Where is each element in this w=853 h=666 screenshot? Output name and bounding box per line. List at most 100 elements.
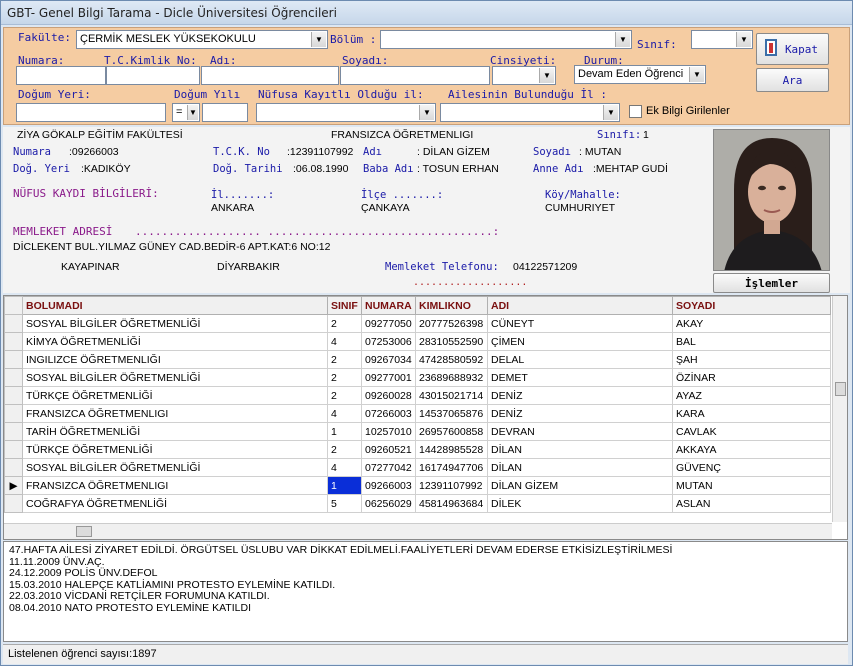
- row-indicator[interactable]: [4, 332, 23, 351]
- cell-adi[interactable]: DENİZ: [487, 404, 673, 423]
- row-indicator[interactable]: [4, 350, 23, 369]
- col-header-sinif[interactable]: SINIF: [327, 296, 362, 315]
- row-indicator[interactable]: [4, 440, 23, 459]
- cell-numara[interactable]: 09260028: [361, 386, 416, 405]
- table-row[interactable]: SOSYAL BİLGİLER ÖĞRETMENLİĞİ 4 07277042 161…: [4, 458, 831, 477]
- durum-select[interactable]: Devam Eden Öğrenci ▼: [574, 65, 706, 84]
- row-indicator[interactable]: [4, 494, 23, 513]
- kapat-button[interactable]: Kapat: [756, 33, 829, 65]
- cell-sinif[interactable]: 2: [327, 386, 362, 405]
- cell-soyadi[interactable]: BAL: [672, 332, 831, 351]
- cell-soyadi[interactable]: AKAY: [672, 314, 831, 333]
- cell-sinif[interactable]: 1: [327, 476, 362, 495]
- row-indicator[interactable]: [4, 314, 23, 333]
- cell-kimlikno[interactable]: 14428985528: [415, 440, 488, 459]
- table-row[interactable]: TÜRKÇE ÖĞRETMENLİĞİ 2 09260521 14428985528 D…: [4, 440, 831, 459]
- cell-adi[interactable]: DENİZ: [487, 386, 673, 405]
- table-row[interactable]: TÜRKÇE ÖĞRETMENLİĞİ 2 09260028 43015021714 D…: [4, 386, 831, 405]
- cell-soyadi[interactable]: ASLAN: [672, 494, 831, 513]
- cell-adi[interactable]: DİLAN: [487, 458, 673, 477]
- grid-horizontal-scrollbar[interactable]: [4, 523, 832, 539]
- cell-soyadi[interactable]: CAVLAK: [672, 422, 831, 441]
- cell-numara[interactable]: 07253006: [361, 332, 416, 351]
- cell-sinif[interactable]: 1: [327, 422, 362, 441]
- cell-bolumadi[interactable]: TÜRKÇE ÖĞRETMENLİĞİ: [22, 440, 328, 459]
- cell-kimlikno[interactable]: 23689688932: [415, 368, 488, 387]
- cell-bolumadi[interactable]: COĞRAFYA ÖĞRETMENLİĞİ: [22, 494, 328, 513]
- cell-bolumadi[interactable]: INGILIZCE ÖĞRETMENLIĞI: [22, 350, 328, 369]
- cell-kimlikno[interactable]: 26957600858: [415, 422, 488, 441]
- table-row[interactable]: ▶ FRANSIZCA ÖĞRETMENLIGI 1 09266003 12391107…: [4, 476, 831, 495]
- cell-soyadi[interactable]: KARA: [672, 404, 831, 423]
- cell-numara[interactable]: 10257010: [361, 422, 416, 441]
- cell-soyadi[interactable]: AYAZ: [672, 386, 831, 405]
- row-indicator[interactable]: [4, 458, 23, 477]
- bolum-select[interactable]: ▼: [380, 30, 632, 49]
- table-row[interactable]: TARİH ÖĞRETMENLİĞİ 1 10257010 26957600858 DE…: [4, 422, 831, 441]
- current-row-arrow-icon[interactable]: ▶: [4, 476, 23, 495]
- cell-sinif[interactable]: 4: [327, 458, 362, 477]
- cell-adi[interactable]: DELAL: [487, 350, 673, 369]
- cell-sinif[interactable]: 4: [327, 404, 362, 423]
- cinsiyet-select[interactable]: ▼: [492, 66, 556, 85]
- tckn-input[interactable]: [106, 66, 200, 85]
- cell-sinif[interactable]: 2: [327, 440, 362, 459]
- islemler-button[interactable]: İşlemler: [713, 273, 830, 293]
- cell-bolumadi[interactable]: TARİH ÖĞRETMENLİĞİ: [22, 422, 328, 441]
- cell-adi[interactable]: DİLAN GİZEM: [487, 476, 673, 495]
- col-header-bolumadi[interactable]: BOLUMADI: [22, 296, 328, 315]
- cell-kimlikno[interactable]: 45814963684: [415, 494, 488, 513]
- cell-numara[interactable]: 09266003: [361, 476, 416, 495]
- cell-soyadi[interactable]: MUTAN: [672, 476, 831, 495]
- cell-numara[interactable]: 09267034: [361, 350, 416, 369]
- cell-numara[interactable]: 07266003: [361, 404, 416, 423]
- adi-input[interactable]: [201, 66, 339, 85]
- row-indicator[interactable]: [4, 404, 23, 423]
- nufus-il-select[interactable]: ▼: [256, 103, 436, 122]
- scroll-thumb[interactable]: [76, 526, 92, 537]
- cell-numara[interactable]: 09277001: [361, 368, 416, 387]
- col-header-soyadi[interactable]: SOYADI: [672, 296, 831, 315]
- notes-memo[interactable]: 47.HAFTA AİLESİ ZİYARET EDİLDİ. ÖRGÜTSEL…: [3, 541, 848, 642]
- col-header-numara[interactable]: NUMARA: [361, 296, 416, 315]
- row-indicator[interactable]: [4, 386, 23, 405]
- table-row[interactable]: FRANSIZCA ÖĞRETMENLIGI 4 07266003 145370658…: [4, 404, 831, 423]
- cell-kimlikno[interactable]: 12391107992: [415, 476, 488, 495]
- ara-button[interactable]: Ara: [756, 68, 829, 92]
- cell-numara[interactable]: 06256029: [361, 494, 416, 513]
- dogum-yeri-input[interactable]: [16, 103, 166, 122]
- cell-soyadi[interactable]: ŞAH: [672, 350, 831, 369]
- cell-soyadi[interactable]: AKKAYA: [672, 440, 831, 459]
- cell-kimlikno[interactable]: 28310552590: [415, 332, 488, 351]
- soyadi-input[interactable]: [340, 66, 490, 85]
- table-row[interactable]: SOSYAL BİLGİLER ÖĞRETMENLİĞİ 2 09277050 207…: [4, 314, 831, 333]
- cell-bolumadi[interactable]: SOSYAL BİLGİLER ÖĞRETMENLİĞİ: [22, 368, 328, 387]
- cell-numara[interactable]: 09260521: [361, 440, 416, 459]
- scroll-thumb[interactable]: [835, 382, 846, 396]
- cell-bolumadi[interactable]: TÜRKÇE ÖĞRETMENLİĞİ: [22, 386, 328, 405]
- table-row[interactable]: INGILIZCE ÖĞRETMENLIĞI 2 09267034 474285805…: [4, 350, 831, 369]
- cell-soyadi[interactable]: GÜVENÇ: [672, 458, 831, 477]
- cell-adi[interactable]: ÇİMEN: [487, 332, 673, 351]
- table-row[interactable]: KİMYA ÖĞRETMENLİĞİ 4 07253006 28310552590 Çİ…: [4, 332, 831, 351]
- cell-adi[interactable]: DEVRAN: [487, 422, 673, 441]
- cell-numara[interactable]: 09277050: [361, 314, 416, 333]
- cell-sinif[interactable]: 4: [327, 332, 362, 351]
- cell-adi[interactable]: DEMET: [487, 368, 673, 387]
- table-row[interactable]: SOSYAL BİLGİLER ÖĞRETMENLİĞİ 2 09277001 236…: [4, 368, 831, 387]
- dogum-yili-input[interactable]: [202, 103, 248, 122]
- cell-bolumadi[interactable]: SOSYAL BİLGİLER ÖĞRETMENLİĞİ: [22, 458, 328, 477]
- row-indicator[interactable]: [4, 368, 23, 387]
- cell-bolumadi[interactable]: FRANSIZCA ÖĞRETMENLIGI: [22, 476, 328, 495]
- cell-kimlikno[interactable]: 16174947706: [415, 458, 488, 477]
- cell-soyadi[interactable]: ÖZİNAR: [672, 368, 831, 387]
- cell-kimlikno[interactable]: 20777526398: [415, 314, 488, 333]
- cell-sinif[interactable]: 2: [327, 314, 362, 333]
- cell-sinif[interactable]: 2: [327, 368, 362, 387]
- numara-input[interactable]: [16, 66, 106, 85]
- cell-bolumadi[interactable]: SOSYAL BİLGİLER ÖĞRETMENLİĞİ: [22, 314, 328, 333]
- cell-bolumadi[interactable]: KİMYA ÖĞRETMENLİĞİ: [22, 332, 328, 351]
- sinif-select[interactable]: ▼: [691, 30, 753, 49]
- table-row[interactable]: COĞRAFYA ÖĞRETMENLİĞİ 5 06256029 4581496368…: [4, 494, 831, 513]
- cell-kimlikno[interactable]: 47428580592: [415, 350, 488, 369]
